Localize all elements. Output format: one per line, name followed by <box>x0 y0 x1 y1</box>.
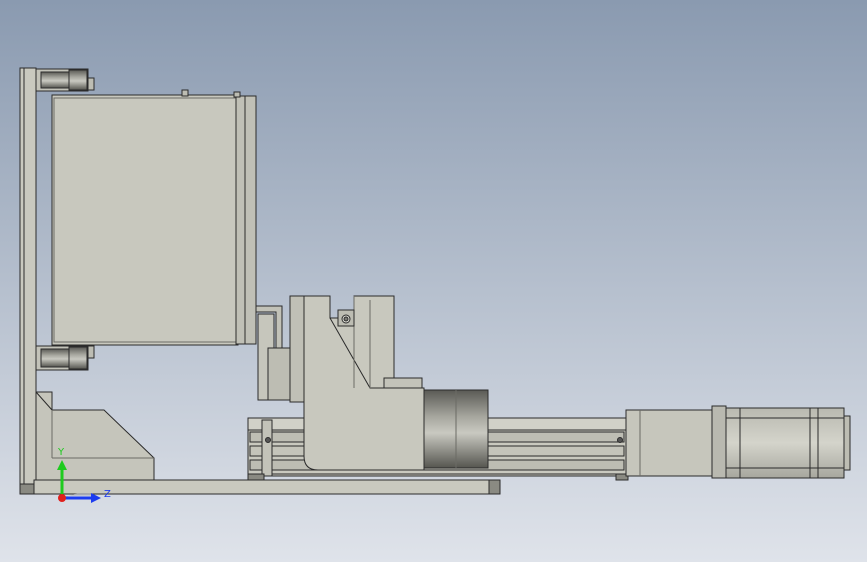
servo-motor[interactable] <box>711 405 851 479</box>
y-axis-label: Y <box>57 447 65 458</box>
controller-box[interactable] <box>51 89 257 346</box>
cad-graphics-viewport[interactable]: Y Z <box>0 0 867 562</box>
model-view[interactable]: Y Z <box>0 0 867 562</box>
cylindrical-housing[interactable] <box>423 389 489 469</box>
z-axis-label: Z <box>104 489 111 500</box>
top-standoff[interactable] <box>35 68 95 92</box>
motor-flange[interactable] <box>625 409 713 477</box>
x-axis-origin-dot <box>58 494 66 502</box>
bottom-standoff[interactable] <box>35 345 95 371</box>
vertical-back-plate[interactable] <box>19 67 37 495</box>
